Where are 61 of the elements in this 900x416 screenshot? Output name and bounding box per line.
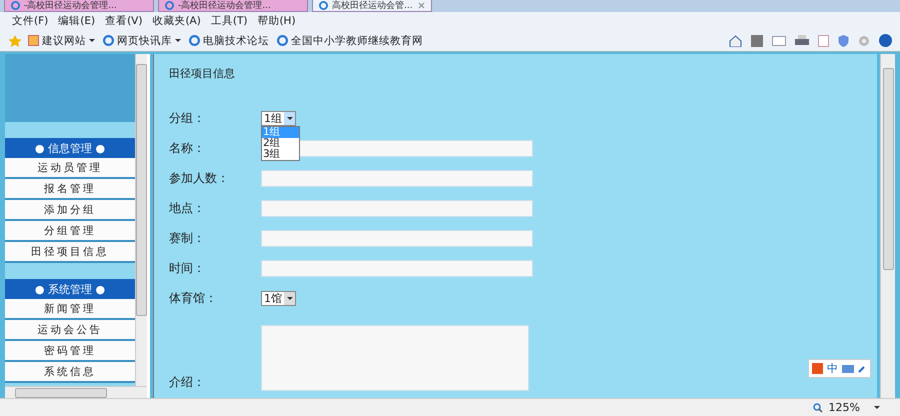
field-label: 时间：	[169, 260, 206, 276]
sidebar-item[interactable]: 添加分组	[5, 200, 135, 221]
sidebar-item[interactable]: 分组管理	[5, 221, 135, 242]
scrollbar[interactable]	[5, 386, 147, 398]
globe-icon	[319, 1, 328, 10]
text-field[interactable]	[261, 170, 533, 186]
page-title: 田径项目信息	[169, 66, 235, 81]
dropdown-option[interactable]: 3组	[262, 148, 299, 160]
ime-toolbar[interactable]: 中	[808, 359, 871, 378]
zoom-icon	[812, 402, 823, 412]
globe-icon	[277, 35, 288, 46]
text-area[interactable]	[261, 325, 529, 391]
sidebar-item[interactable]: 系统信息	[5, 362, 135, 383]
favorites-link[interactable]: 网页快讯库	[103, 34, 181, 48]
shield-icon[interactable]	[838, 34, 849, 46]
favorites-link[interactable]: 建议网站	[28, 34, 95, 48]
sidebar-item[interactable]: 运动会公告	[5, 320, 135, 341]
caret-icon	[286, 296, 292, 300]
close-icon[interactable]	[418, 2, 425, 9]
sidebar-heading: ● 信息管理 ●	[5, 138, 135, 158]
field-label: 体育馆：	[169, 290, 218, 306]
field-label: 赛制：	[169, 230, 206, 246]
home-icon[interactable]	[729, 34, 742, 46]
sidebar-heading: ● 系统管理 ●	[5, 279, 135, 299]
dropdown[interactable]: 1馆	[261, 290, 296, 306]
menu-item[interactable]: 帮助(H)	[257, 14, 296, 28]
globe-icon	[11, 1, 20, 10]
menu-item[interactable]: 收藏夹(A)	[152, 14, 201, 28]
sidebar-item[interactable]: 田径项目信息	[5, 242, 135, 263]
field-label: 分组：	[169, 110, 206, 126]
text-field[interactable]	[261, 260, 533, 276]
sidebar-item[interactable]: 报名管理	[5, 179, 135, 200]
field-label: 名称：	[169, 140, 206, 156]
zoom-level[interactable]: 125%	[828, 401, 860, 414]
printer-icon[interactable]	[795, 34, 809, 46]
globe-icon	[165, 1, 174, 10]
star-icon[interactable]	[8, 34, 22, 48]
globe-icon	[103, 35, 114, 46]
caret-icon[interactable]	[874, 406, 880, 409]
scrollbar[interactable]	[135, 54, 147, 386]
field-label: 介绍：	[169, 374, 206, 391]
menu-item[interactable]: 工具(T)	[210, 14, 248, 28]
browser-tab[interactable]: -高校田径运动会管理...	[4, 0, 154, 12]
sidebar-item[interactable]: 密码管理	[5, 341, 135, 362]
sidebar-item[interactable]: 运动员管理	[5, 158, 135, 179]
globe-icon	[189, 35, 200, 46]
menu-item[interactable]: 文件(F)	[12, 14, 48, 28]
browser-tab[interactable]: 高校田径运动会管...	[312, 0, 432, 12]
favorites-link[interactable]: 全国中小学教师继续教育网	[277, 34, 423, 48]
sidebar-item[interactable]: 新闻管理	[5, 299, 135, 320]
text-field[interactable]	[261, 230, 533, 246]
dropdown-option[interactable]: 2组	[262, 138, 299, 148]
field-label: 参加人数：	[169, 170, 230, 186]
browser-tab[interactable]: -高校田径运动会管理...	[158, 0, 308, 12]
text-field[interactable]	[261, 200, 533, 216]
menu-item[interactable]: 编辑(E)	[58, 14, 96, 28]
caret-icon	[286, 116, 292, 120]
menu-item[interactable]: 查看(V)	[105, 14, 142, 28]
field-label: 地点：	[169, 200, 206, 216]
scrollbar[interactable]	[880, 54, 895, 398]
favorites-link[interactable]: 电脑技术论坛	[189, 34, 269, 48]
